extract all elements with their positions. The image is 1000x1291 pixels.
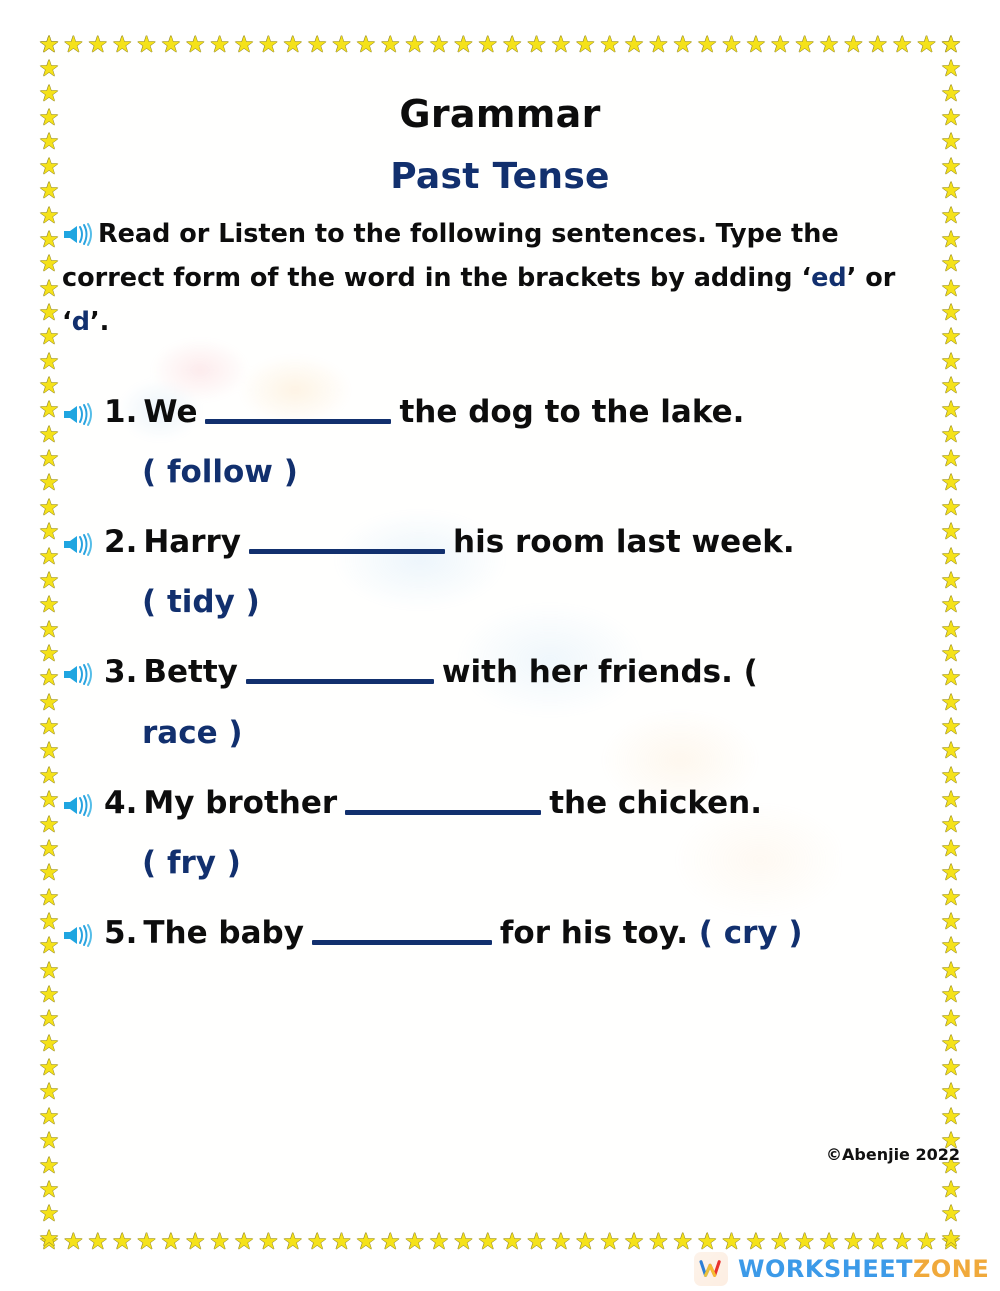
page-title: Grammar: [399, 92, 601, 136]
question-number: 5.: [104, 915, 138, 952]
question-text-before: The baby: [143, 915, 304, 952]
question-text-before: We: [143, 393, 198, 430]
question-number: 1.: [104, 393, 138, 430]
answer-blank[interactable]: [345, 809, 542, 815]
question-base-word: ( cry ): [698, 915, 803, 952]
question-base-word: race ): [142, 714, 243, 751]
worksheetzone-branding[interactable]: WORKSHEETZONE: [694, 1252, 989, 1286]
question-item: 1. We the dog to the lake. ( follow ): [62, 387, 938, 497]
megaphone-icon[interactable]: [62, 661, 96, 687]
question-text-after: the chicken.: [549, 784, 762, 821]
megaphone-icon[interactable]: [62, 922, 96, 948]
question-text-before: Harry: [143, 524, 242, 561]
question-item: 2. Harry his room last week. ( tidy ): [62, 517, 938, 627]
question-base-word: ( follow ): [142, 453, 298, 490]
answer-blank[interactable]: [311, 940, 492, 946]
question-item: 5. The baby for his toy. ( cry ): [62, 908, 938, 958]
megaphone-icon[interactable]: [62, 401, 96, 427]
question-base-word: ( tidy ): [142, 584, 260, 621]
instructions-text-3: ’.: [89, 306, 110, 337]
answer-blank[interactable]: [205, 418, 392, 424]
answer-blank[interactable]: [249, 549, 446, 555]
brand-name-worksheet: WORKSHEET: [738, 1255, 913, 1283]
worksheet-content: Grammar Past Tense Read or Listen to the…: [62, 70, 938, 979]
instructions-text-1: Read or Listen to the following sentence…: [62, 219, 839, 293]
page-subtitle: Past Tense: [390, 156, 610, 197]
megaphone-icon[interactable]: [62, 531, 96, 557]
question-item: 4. My brother the chicken. ( fry ): [62, 778, 938, 888]
megaphone-icon[interactable]: [62, 221, 96, 247]
worksheetzone-logo-icon: [694, 1252, 728, 1286]
question-number: 2.: [104, 524, 138, 561]
instructions-highlight-d: d: [71, 306, 90, 337]
brand-name-zone: ZONE: [912, 1255, 990, 1283]
question-text-after: for his toy.: [499, 915, 688, 952]
worksheet-page: ★ ★ ★ ★ ★ ★ ★ ★ ★ ★ ★ ★ ★ ★ ★ ★ ★ ★ ★ ★ ★ ★ ★ ★ ★ ★ ★ ★ ★ ★ ★ ★ ★ ★ ★ ★ ★ ★ ★…: [0, 0, 1000, 1291]
question-text-after: the dog to the lake.: [399, 393, 745, 430]
instructions: Read or Listen to the following sentence…: [62, 213, 938, 345]
megaphone-icon[interactable]: [62, 792, 96, 818]
question-number: 3.: [104, 654, 138, 691]
instructions-highlight-ed: ed: [811, 262, 847, 293]
question-list: 1. We the dog to the lake. ( follow ) 2. Har…: [62, 387, 938, 959]
question-item: 3. Betty with her friends. ( race ): [62, 647, 938, 757]
question-text-after: with her friends. (: [441, 654, 758, 691]
answer-blank[interactable]: [245, 679, 434, 685]
question-text-before: Betty: [143, 654, 238, 691]
copyright-notice: ©Abenjie 2022: [826, 1145, 960, 1164]
question-text-after: his room last week.: [453, 524, 795, 561]
worksheetzone-wordmark: WORKSHEETZONE: [738, 1255, 989, 1283]
question-text-before: My brother: [143, 784, 338, 821]
question-base-word: ( fry ): [142, 845, 241, 882]
question-number: 4.: [104, 784, 138, 821]
